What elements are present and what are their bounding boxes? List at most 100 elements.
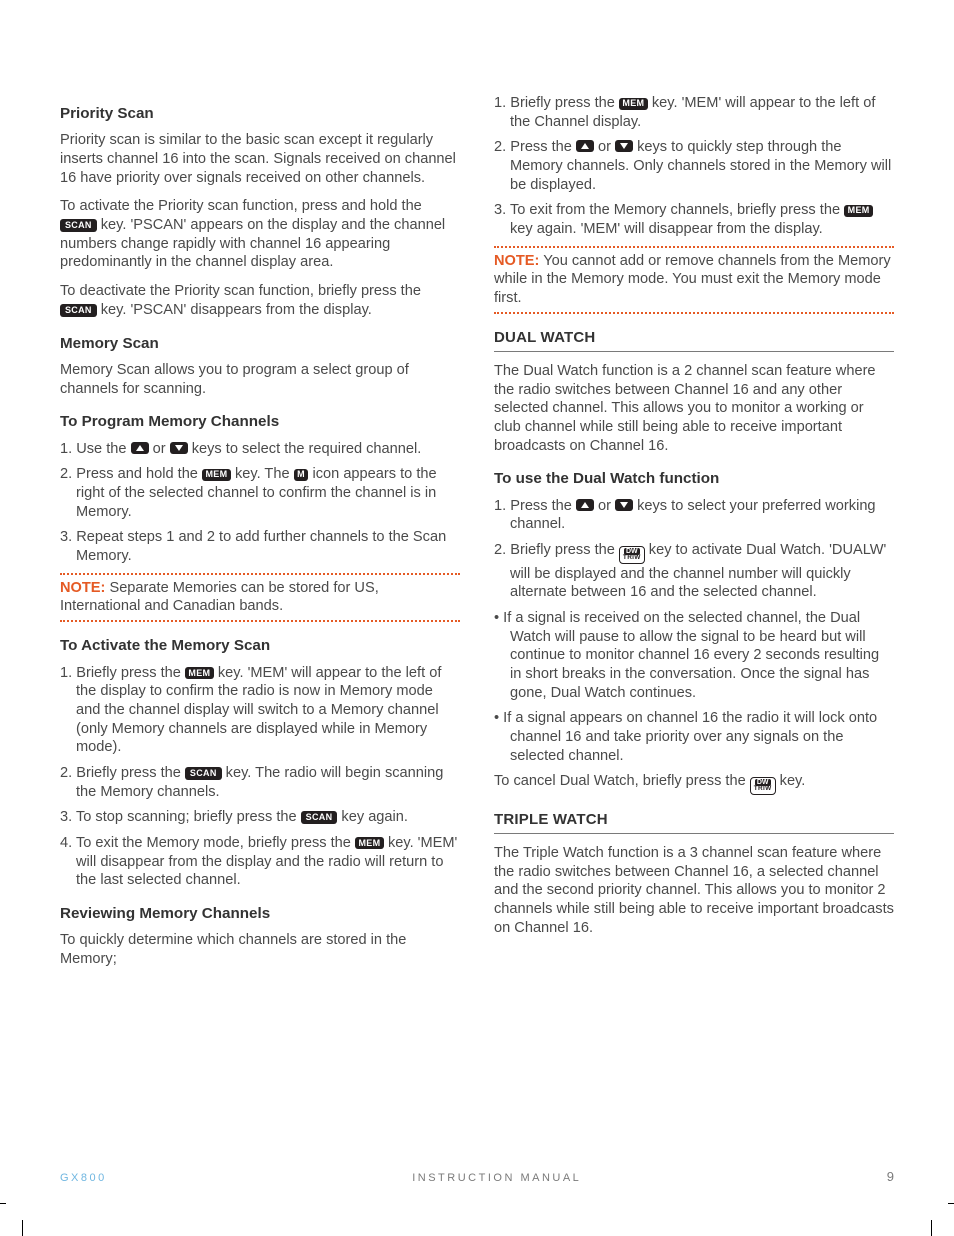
triw-label: TRIW <box>623 555 641 562</box>
body-text: Memory Scan allows you to program a sele… <box>60 361 460 398</box>
scan-key-icon: SCAN <box>60 304 97 317</box>
heading-activate-memory-scan: To Activate the Memory Scan <box>60 636 460 655</box>
body-text: To quickly determine which channels are … <box>60 931 460 968</box>
step-item: 2. Press the or keys to quickly step thr… <box>494 138 894 194</box>
step-item: 1. Press the or keys to select your pref… <box>494 497 894 534</box>
heading-use-dual-watch: To use the Dual Watch function <box>494 469 894 488</box>
up-arrow-icon <box>131 442 149 454</box>
text-span: 4. To exit the Memory mode, briefly pres… <box>60 835 355 851</box>
up-arrow-icon <box>576 140 594 152</box>
mem-key-icon: MEM <box>355 837 384 849</box>
text-span: or <box>594 139 615 155</box>
dw-triw-key-icon: DWTRIW <box>619 546 645 564</box>
bullet-item: • If a signal is received on the selecte… <box>494 609 894 702</box>
text-span: or <box>594 498 615 514</box>
dw-triw-key-icon: DWTRIW <box>750 777 776 795</box>
bullet-item: • If a signal appears on channel 16 the … <box>494 709 894 765</box>
step-item: 2. Briefly press the DWTRIW key to activ… <box>494 541 894 602</box>
step-item: 3. To stop scanning; briefly press the S… <box>60 808 460 827</box>
heading-dual-watch: DUAL WATCH <box>494 328 894 347</box>
page-footer: GX800 INSTRUCTION MANUAL 9 <box>60 1169 894 1184</box>
text-span: To activate the Priority scan function, … <box>60 198 422 214</box>
section-rule <box>494 833 894 834</box>
section-rule <box>494 351 894 352</box>
heading-reviewing-memory: Reviewing Memory Channels <box>60 904 460 923</box>
note-label: NOTE: <box>60 580 105 596</box>
text-span: key again. <box>337 809 408 825</box>
mem-key-icon: MEM <box>619 98 648 110</box>
heading-program-memory: To Program Memory Channels <box>60 412 460 431</box>
step-item: 1. Briefly press the MEM key. 'MEM' will… <box>60 664 460 757</box>
heading-triple-watch: TRIPLE WATCH <box>494 810 894 829</box>
text-span: key. 'PSCAN' appears on the display and … <box>60 217 445 270</box>
left-column: Priority Scan Priority scan is similar t… <box>60 90 460 979</box>
heading-priority-scan: Priority Scan <box>60 104 460 123</box>
mem-key-icon: MEM <box>844 205 873 217</box>
mem-key-icon: MEM <box>185 667 214 679</box>
bullet-list: • If a signal is received on the selecte… <box>494 609 894 765</box>
m-indicator-icon: M <box>294 469 309 481</box>
crop-mark-icon <box>0 1178 48 1226</box>
note-block: NOTE: Separate Memories can be stored fo… <box>60 573 460 622</box>
text-span: 2. Briefly press the <box>60 765 185 781</box>
footer-title: INSTRUCTION MANUAL <box>107 1172 887 1184</box>
note-text: NOTE: Separate Memories can be stored fo… <box>60 579 460 616</box>
text-span: 2. Press and hold the <box>60 466 202 482</box>
text-span: key. <box>776 773 806 789</box>
down-arrow-icon <box>170 442 188 454</box>
steps-list: 1. Briefly press the MEM key. 'MEM' will… <box>494 94 894 239</box>
scan-key-icon: SCAN <box>185 767 222 780</box>
step-item: 1. Briefly press the MEM key. 'MEM' will… <box>494 94 894 131</box>
text-span: 1. Press the <box>494 498 576 514</box>
scan-key-icon: SCAN <box>60 219 97 232</box>
text-span: 3. To exit from the Memory channels, bri… <box>494 202 844 218</box>
text-span: To deactivate the Priority scan function… <box>60 283 421 299</box>
page: Priority Scan Priority scan is similar t… <box>0 0 954 1226</box>
text-span: Separate Memories can be stored for US, … <box>60 580 379 615</box>
note-label: NOTE: <box>494 253 539 269</box>
heading-memory-scan: Memory Scan <box>60 334 460 353</box>
step-item: 4. To exit the Memory mode, briefly pres… <box>60 834 460 890</box>
body-text: The Triple Watch function is a 3 channel… <box>494 844 894 937</box>
text-span: To cancel Dual Watch, briefly press the <box>494 773 750 789</box>
text-span: or <box>149 441 170 457</box>
steps-list: 1. Press the or keys to select your pref… <box>494 497 894 602</box>
text-span: keys to select the required channel. <box>188 441 422 457</box>
dotted-rule <box>60 573 460 575</box>
step-item: 2. Briefly press the SCAN key. The radio… <box>60 764 460 801</box>
step-item: 3. To exit from the Memory channels, bri… <box>494 201 894 238</box>
text-span: key. The <box>231 466 294 482</box>
dotted-rule <box>494 312 894 314</box>
text-span: 1. Use the <box>60 441 131 457</box>
body-text: To cancel Dual Watch, briefly press the … <box>494 772 894 796</box>
body-text: To activate the Priority scan function, … <box>60 197 460 272</box>
crop-mark-icon <box>906 1178 954 1226</box>
triw-label: TRIW <box>754 786 772 793</box>
step-item: 3. Repeat steps 1 and 2 to add further c… <box>60 528 460 565</box>
footer-model: GX800 <box>60 1172 107 1184</box>
right-column: 1. Briefly press the MEM key. 'MEM' will… <box>494 90 894 979</box>
up-arrow-icon <box>576 499 594 511</box>
text-span: key again. 'MEM' will disappear from the… <box>510 221 823 237</box>
body-text: To deactivate the Priority scan function… <box>60 282 460 319</box>
dotted-rule <box>494 246 894 248</box>
text-span: You cannot add or remove channels from t… <box>494 253 891 306</box>
text-span: 2. Press the <box>494 139 576 155</box>
step-item: 2. Press and hold the MEM key. The M ico… <box>60 465 460 521</box>
text-span: 1. Briefly press the <box>494 95 619 111</box>
steps-list: 1. Use the or keys to select the require… <box>60 440 460 566</box>
columns: Priority Scan Priority scan is similar t… <box>60 90 894 979</box>
down-arrow-icon <box>615 140 633 152</box>
step-item: 1. Use the or keys to select the require… <box>60 440 460 459</box>
text-span: 1. Briefly press the <box>60 665 185 681</box>
scan-key-icon: SCAN <box>301 811 338 824</box>
body-text: The Dual Watch function is a 2 channel s… <box>494 362 894 455</box>
text-span: 3. To stop scanning; briefly press the <box>60 809 301 825</box>
text-span: 2. Briefly press the <box>494 542 619 558</box>
body-text: Priority scan is similar to the basic sc… <box>60 131 460 187</box>
note-block: NOTE: You cannot add or remove channels … <box>494 246 894 314</box>
down-arrow-icon <box>615 499 633 511</box>
footer-page-number: 9 <box>887 1169 894 1184</box>
note-text: NOTE: You cannot add or remove channels … <box>494 252 894 308</box>
dotted-rule <box>60 620 460 622</box>
